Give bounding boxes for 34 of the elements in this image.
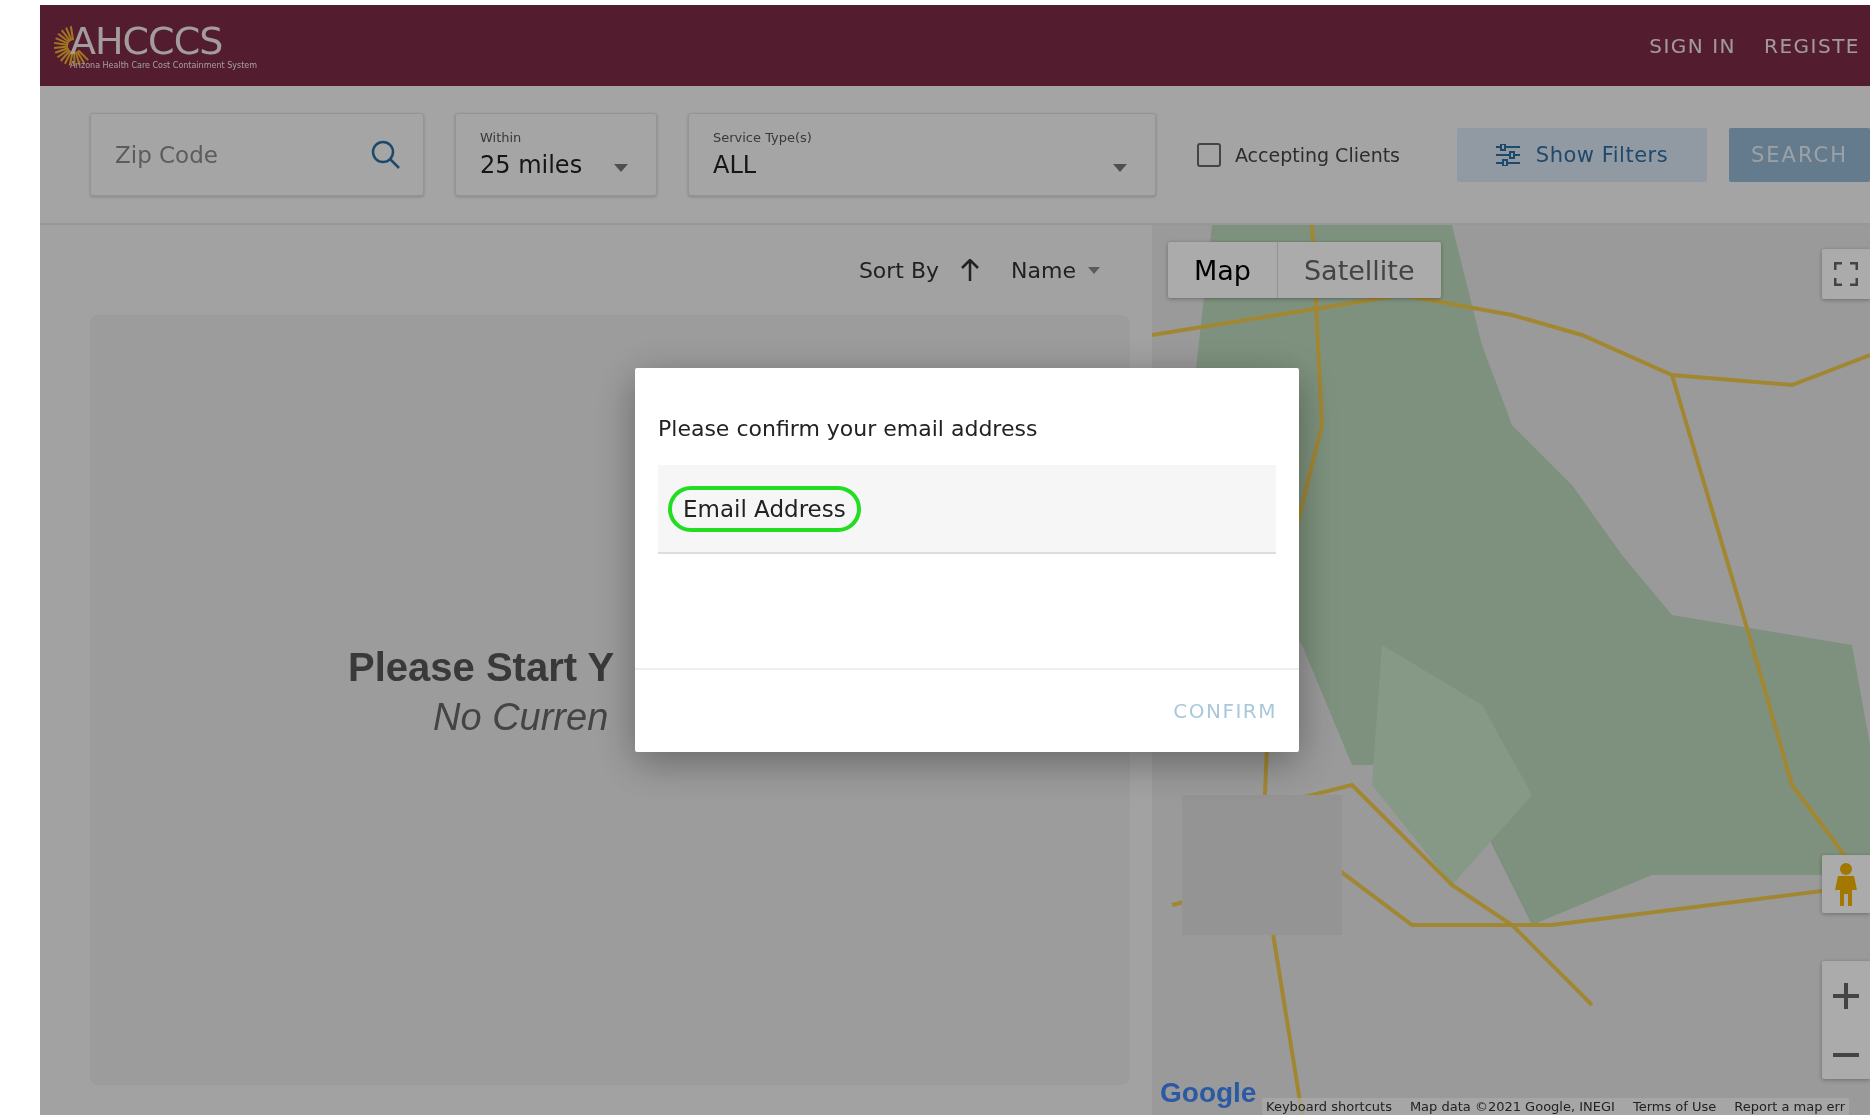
service-type-dropdown[interactable]: Service Type(s) ALL [687,113,1156,196]
caret-icon [1088,266,1100,274]
caret-icon [613,164,628,172]
arrow-up-icon[interactable] [961,259,980,281]
caret-icon [1112,164,1127,172]
email-field[interactable]: Email Address [658,465,1276,554]
distance-dropdown[interactable]: Within 25 miles [455,113,657,196]
map-type-tab[interactable]: Map [1168,242,1277,298]
filters-button[interactable]: Show Filters [1457,127,1707,182]
logo-text[interactable]: AHCCCS [70,21,257,60]
person-icon [1835,862,1857,906]
attribution-link[interactable]: Map data ©2021 Google, INEGI [1409,1099,1615,1114]
field-placeholder: Email Address [668,485,861,532]
checkbox[interactable] [1196,142,1221,167]
zoom-in-icon[interactable] [1833,982,1859,1009]
sort-dropdown[interactable]: Name [1011,257,1100,283]
attribution-link[interactable]: Terms of Use [1632,1099,1717,1114]
nav-link[interactable]: REGISTE [1764,33,1860,58]
results-heading: Please Start Y [348,645,615,690]
fullscreen-button[interactable] [1822,249,1870,299]
attribution-link[interactable]: Report a map err [1734,1099,1846,1114]
fullscreen-icon [1834,262,1858,286]
checkbox-label[interactable]: Accepting Clients [1234,143,1400,166]
search-icon [371,139,401,170]
google-logo: Google [1160,1077,1257,1109]
sort-label: Sort By [858,257,940,283]
logo-tagline: Arizona Health Care Cost Containment System [70,60,257,70]
dialog-title: Please confirm your email address [658,416,1039,441]
attribution-link[interactable]: Keyboard shortcuts [1266,1099,1392,1114]
zoom-out-icon[interactable] [1833,1051,1859,1058]
results-subheading: No Curren [433,696,609,739]
nav-link[interactable]: SIGN IN [1649,33,1736,58]
map-type-tab[interactable]: Satellite [1277,242,1441,298]
sliders-icon [1495,143,1520,166]
